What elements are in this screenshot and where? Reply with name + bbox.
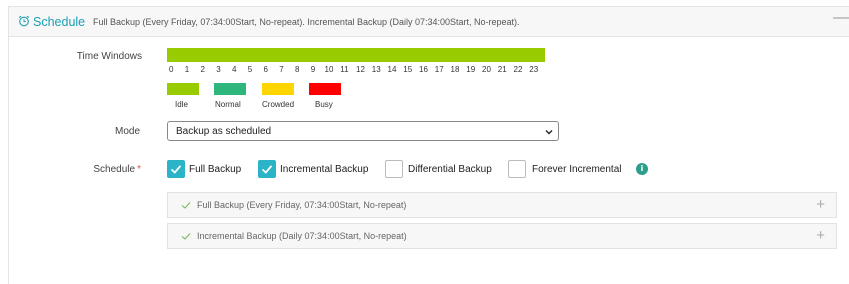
hour-tick: 9 bbox=[310, 65, 316, 74]
legend-swatch-normal[interactable] bbox=[214, 83, 246, 95]
hour-tick: 15 bbox=[403, 65, 413, 74]
collapse-button[interactable]: — bbox=[833, 10, 849, 26]
time-windows-label: Time Windows bbox=[76, 51, 142, 62]
legend-label-normal: Normal bbox=[215, 100, 241, 109]
check-icon bbox=[261, 165, 273, 174]
chevron-down-icon bbox=[545, 130, 553, 135]
info-icon[interactable]: i bbox=[636, 163, 648, 175]
hour-tick: 16 bbox=[419, 65, 428, 74]
mode-value: Backup as scheduled bbox=[176, 126, 272, 137]
hour-tick: 6 bbox=[263, 65, 268, 74]
mode-select[interactable]: Backup as scheduled bbox=[167, 121, 559, 141]
schedule-item-text: Incremental Backup (Daily 07:34:00Start,… bbox=[197, 231, 407, 241]
schedule-item-full-backup[interactable]: Full Backup (Every Friday, 07:34:00Start… bbox=[167, 192, 837, 218]
hour-tick: 12 bbox=[356, 65, 365, 74]
hour-tick: 18 bbox=[450, 65, 460, 74]
full-backup-checkbox[interactable] bbox=[167, 160, 185, 178]
hour-tick: 10 bbox=[324, 65, 334, 74]
incremental-backup-checkbox[interactable] bbox=[258, 160, 276, 178]
schedule-label: Schedule * bbox=[93, 164, 141, 175]
full-backup-label[interactable]: Full Backup bbox=[189, 164, 241, 175]
hour-tick: 21 bbox=[497, 65, 507, 74]
hour-tick: 19 bbox=[466, 65, 476, 74]
schedule-item-incremental-backup[interactable]: Incremental Backup (Daily 07:34:00Start,… bbox=[167, 223, 837, 249]
schedule-summary: Full Backup (Every Friday, 07:34:00Start… bbox=[93, 17, 520, 27]
required-marker: * bbox=[137, 164, 141, 175]
hour-tick: 4 bbox=[232, 65, 237, 74]
hour-tick: 5 bbox=[247, 65, 253, 74]
hour-tick: 0 bbox=[169, 65, 174, 74]
hour-tick: 2 bbox=[200, 65, 205, 74]
hour-tick: 3 bbox=[216, 65, 221, 74]
check-icon bbox=[170, 165, 182, 174]
hour-tick: 17 bbox=[434, 65, 444, 74]
differential-backup-label[interactable]: Differential Backup bbox=[408, 164, 492, 175]
hour-tick: 22 bbox=[513, 65, 523, 74]
schedule-title: Schedule bbox=[33, 15, 86, 29]
hour-tick: 23 bbox=[529, 65, 539, 74]
hour-tick: 7 bbox=[279, 65, 284, 74]
hour-tick: 1 bbox=[184, 65, 190, 74]
hour-tick: 8 bbox=[295, 65, 300, 74]
differential-backup-checkbox[interactable] bbox=[385, 160, 403, 178]
schedule-header[interactable]: Schedule Full Backup (Every Friday, 07:3… bbox=[9, 7, 849, 37]
hour-tick: 20 bbox=[482, 65, 491, 74]
expand-button[interactable]: + bbox=[816, 228, 825, 243]
schedule-item-text: Full Backup (Every Friday, 07:34:00Start… bbox=[197, 200, 407, 210]
time-window-bar[interactable] bbox=[167, 48, 545, 62]
incremental-backup-label[interactable]: Incremental Backup bbox=[280, 164, 368, 175]
checkmark-icon bbox=[181, 202, 191, 209]
forever-incremental-label[interactable]: Forever Incremental bbox=[532, 164, 621, 175]
checkmark-icon bbox=[181, 233, 191, 240]
forever-incremental-checkbox[interactable] bbox=[508, 160, 526, 178]
legend-label-busy: Busy bbox=[315, 100, 333, 109]
alarm-clock-icon bbox=[18, 15, 30, 27]
expand-button[interactable]: + bbox=[816, 197, 825, 212]
legend-swatch-idle[interactable] bbox=[167, 83, 199, 95]
legend-label-idle: Idle bbox=[175, 100, 188, 109]
hour-tick: 11 bbox=[340, 65, 349, 74]
hour-tick: 14 bbox=[387, 65, 397, 74]
legend-swatch-crowded[interactable] bbox=[262, 83, 294, 95]
legend-swatch-busy[interactable] bbox=[309, 83, 341, 95]
hour-tick: 13 bbox=[371, 65, 381, 74]
legend-label-crowded: Crowded bbox=[262, 100, 295, 109]
mode-label: Mode bbox=[114, 126, 140, 137]
